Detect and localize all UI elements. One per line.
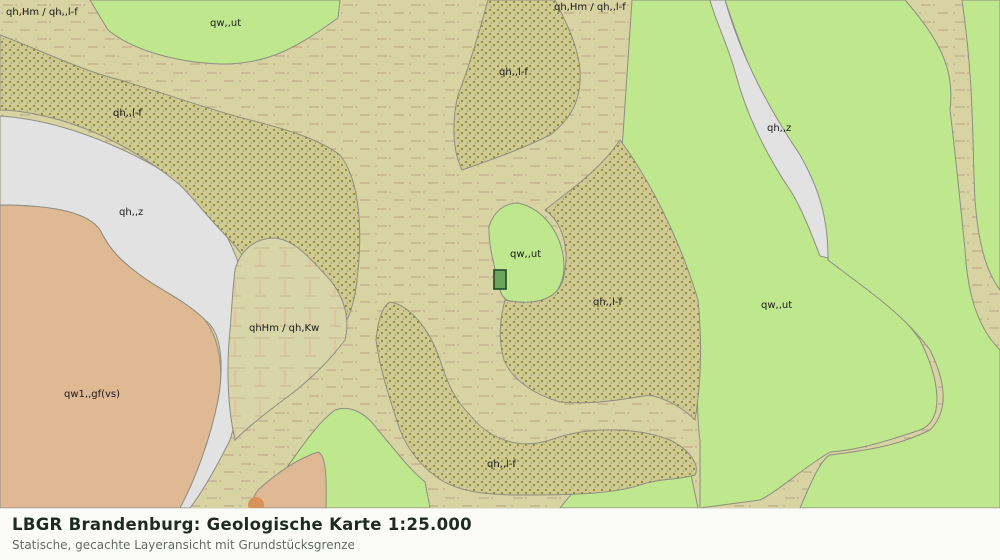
label-qw-ut-right: qw,,ut [761,300,792,311]
label-qhHm-qhlf-top: qh,Hm / qh,,l-f [554,2,626,13]
map-footer: LBGR Brandenburg: Geologische Karte 1:25… [0,508,1000,560]
label-qh-lf-bottom: qh,,l-f [487,459,516,470]
label-qw-ut-top: qw,,ut [210,18,241,29]
label-qw-ut-center: qw,,ut [510,249,541,260]
label-qw1-gf: qw1,,gf(vs) [64,389,120,400]
parcel-boundary[interactable] [493,269,507,290]
geological-map[interactable]: qh,Hm / qh,,l-f qw,,ut qh,Hm / qh,,l-f q… [0,0,1000,508]
label-qh-lf-center-top: qh,,l-f [499,67,528,78]
map-title: LBGR Brandenburg: Geologische Karte 1:25… [12,515,472,534]
label-qh-lf-left: qh,,l-f [113,108,142,119]
label-qhHm-Kw: qhHm / qh,Kw [249,323,319,334]
label-qh-z-right: qh,,z [767,123,791,134]
label-qh-z-left: qh,,z [119,207,143,218]
map-subtitle: Statische, gecachte Layeransicht mit Gru… [12,538,355,552]
label-qhHm-qhlf-topleft: qh,Hm / qh,,l-f [6,7,78,18]
label-qh-lf-center: qh,,l-f [593,297,622,308]
